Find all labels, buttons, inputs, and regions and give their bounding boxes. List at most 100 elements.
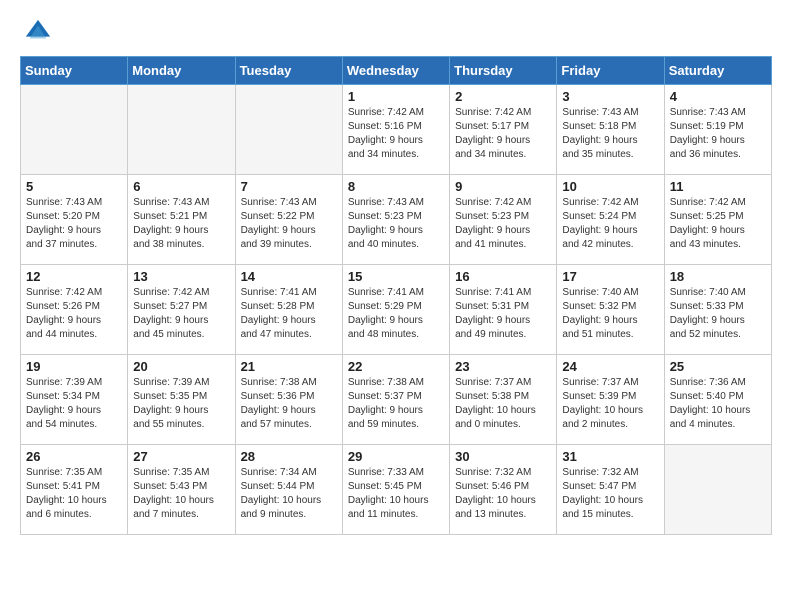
- day-number: 3: [562, 89, 658, 104]
- logo-icon: [24, 18, 52, 46]
- day-info: Sunrise: 7:38 AM Sunset: 5:37 PM Dayligh…: [348, 376, 444, 432]
- day-number: 21: [241, 359, 337, 374]
- week-row: 5 Sunrise: 7:43 AM Sunset: 5:20 PM Daylig…: [21, 175, 772, 265]
- day-info: Sunrise: 7:41 AM Sunset: 5:29 PM Dayligh…: [348, 286, 444, 342]
- calendar-cell: 8 Sunrise: 7:43 AM Sunset: 5:23 PM Daylig…: [342, 175, 449, 265]
- weekday-header: Sunday: [21, 57, 128, 85]
- week-row: 12Sunrise: 7:42 AM Sunset: 5:26 PM Dayli…: [21, 265, 772, 355]
- day-number: 24: [562, 359, 658, 374]
- day-info: Sunrise: 7:32 AM Sunset: 5:46 PM Dayligh…: [455, 466, 551, 522]
- day-info: Sunrise: 7:43 AM Sunset: 5:19 PM Dayligh…: [670, 106, 766, 162]
- day-number: 28: [241, 449, 337, 464]
- day-info: Sunrise: 7:42 AM Sunset: 5:17 PM Dayligh…: [455, 106, 551, 162]
- week-row: 26 Sunrise: 7:35 AM Sunset: 5:41 PM Dayli…: [21, 445, 772, 535]
- day-info: Sunrise: 7:43 AM Sunset: 5:23 PM Dayligh…: [348, 196, 444, 252]
- logo: [24, 18, 54, 46]
- weekday-header: Saturday: [664, 57, 771, 85]
- day-number: 9: [455, 179, 551, 194]
- calendar-cell: 16 Sunrise: 7:41 AM Sunset: 5:31 PM Dayli…: [450, 265, 557, 355]
- day-info: Sunrise: 7:37 AM Sunset: 5:38 PM Dayligh…: [455, 376, 551, 432]
- day-info: Sunrise: 7:42 AM Sunset: 5:27 PM Dayligh…: [133, 286, 229, 342]
- calendar-cell: 30 Sunrise: 7:32 AM Sunset: 5:46 PM Dayli…: [450, 445, 557, 535]
- day-info: Sunrise: 7:39 AM Sunset: 5:34 PM Dayligh…: [26, 376, 122, 432]
- day-info: Sunrise: 7:33 AM Sunset: 5:45 PM Dayligh…: [348, 466, 444, 522]
- day-number: 10: [562, 179, 658, 194]
- day-number: 30: [455, 449, 551, 464]
- day-info: Sunrise: 7:42 AM Sunset: 5:24 PM Dayligh…: [562, 196, 658, 252]
- day-number: 15: [348, 269, 444, 284]
- day-info: Sunrise: 7:43 AM Sunset: 5:21 PM Dayligh…: [133, 196, 229, 252]
- day-info: Sunrise: 7:42 AM Sunset: 5:16 PM Dayligh…: [348, 106, 444, 162]
- calendar-header: SundayMondayTuesdayWednesdayThursdayFrid…: [21, 57, 772, 85]
- calendar-wrapper: SundayMondayTuesdayWednesdayThursdayFrid…: [0, 56, 792, 545]
- calendar-cell: 25 Sunrise: 7:36 AM Sunset: 5:40 PM Dayli…: [664, 355, 771, 445]
- weekday-header: Tuesday: [235, 57, 342, 85]
- calendar-cell: 31Sunrise: 7:32 AM Sunset: 5:47 PM Dayli…: [557, 445, 664, 535]
- day-info: Sunrise: 7:43 AM Sunset: 5:20 PM Dayligh…: [26, 196, 122, 252]
- day-number: 23: [455, 359, 551, 374]
- day-number: 20: [133, 359, 229, 374]
- calendar-cell: 23 Sunrise: 7:37 AM Sunset: 5:38 PM Dayli…: [450, 355, 557, 445]
- day-info: Sunrise: 7:41 AM Sunset: 5:31 PM Dayligh…: [455, 286, 551, 342]
- day-number: 16: [455, 269, 551, 284]
- week-row: 19Sunrise: 7:39 AM Sunset: 5:34 PM Dayli…: [21, 355, 772, 445]
- day-number: 2: [455, 89, 551, 104]
- day-info: Sunrise: 7:38 AM Sunset: 5:36 PM Dayligh…: [241, 376, 337, 432]
- day-number: 4: [670, 89, 766, 104]
- calendar-cell: 9 Sunrise: 7:42 AM Sunset: 5:23 PM Daylig…: [450, 175, 557, 265]
- day-info: Sunrise: 7:35 AM Sunset: 5:43 PM Dayligh…: [133, 466, 229, 522]
- day-number: 8: [348, 179, 444, 194]
- week-row: 1 Sunrise: 7:42 AM Sunset: 5:16 PM Daylig…: [21, 85, 772, 175]
- calendar-cell: 14 Sunrise: 7:41 AM Sunset: 5:28 PM Dayli…: [235, 265, 342, 355]
- day-info: Sunrise: 7:41 AM Sunset: 5:28 PM Dayligh…: [241, 286, 337, 342]
- day-number: 12: [26, 269, 122, 284]
- day-number: 1: [348, 89, 444, 104]
- day-info: Sunrise: 7:34 AM Sunset: 5:44 PM Dayligh…: [241, 466, 337, 522]
- calendar-cell: 3Sunrise: 7:43 AM Sunset: 5:18 PM Daylig…: [557, 85, 664, 175]
- calendar-cell: 28 Sunrise: 7:34 AM Sunset: 5:44 PM Dayli…: [235, 445, 342, 535]
- day-number: 25: [670, 359, 766, 374]
- day-info: Sunrise: 7:43 AM Sunset: 5:22 PM Dayligh…: [241, 196, 337, 252]
- day-info: Sunrise: 7:40 AM Sunset: 5:33 PM Dayligh…: [670, 286, 766, 342]
- weekday-header: Monday: [128, 57, 235, 85]
- header: [0, 0, 792, 56]
- calendar-cell: 21 Sunrise: 7:38 AM Sunset: 5:36 PM Dayli…: [235, 355, 342, 445]
- day-number: 6: [133, 179, 229, 194]
- calendar-cell: 1 Sunrise: 7:42 AM Sunset: 5:16 PM Daylig…: [342, 85, 449, 175]
- day-info: Sunrise: 7:42 AM Sunset: 5:25 PM Dayligh…: [670, 196, 766, 252]
- day-info: Sunrise: 7:35 AM Sunset: 5:41 PM Dayligh…: [26, 466, 122, 522]
- calendar-cell: [235, 85, 342, 175]
- calendar-cell: 24 Sunrise: 7:37 AM Sunset: 5:39 PM Dayli…: [557, 355, 664, 445]
- day-number: 14: [241, 269, 337, 284]
- day-number: 29: [348, 449, 444, 464]
- calendar-table: SundayMondayTuesdayWednesdayThursdayFrid…: [20, 56, 772, 535]
- calendar-cell: 18 Sunrise: 7:40 AM Sunset: 5:33 PM Dayli…: [664, 265, 771, 355]
- page-container: SundayMondayTuesdayWednesdayThursdayFrid…: [0, 0, 792, 545]
- day-number: 5: [26, 179, 122, 194]
- calendar-cell: 26 Sunrise: 7:35 AM Sunset: 5:41 PM Dayli…: [21, 445, 128, 535]
- day-info: Sunrise: 7:37 AM Sunset: 5:39 PM Dayligh…: [562, 376, 658, 432]
- calendar-cell: 11Sunrise: 7:42 AM Sunset: 5:25 PM Dayli…: [664, 175, 771, 265]
- calendar-cell: 19Sunrise: 7:39 AM Sunset: 5:34 PM Dayli…: [21, 355, 128, 445]
- day-number: 18: [670, 269, 766, 284]
- day-info: Sunrise: 7:42 AM Sunset: 5:23 PM Dayligh…: [455, 196, 551, 252]
- weekday-header: Thursday: [450, 57, 557, 85]
- calendar-cell: 17Sunrise: 7:40 AM Sunset: 5:32 PM Dayli…: [557, 265, 664, 355]
- day-number: 13: [133, 269, 229, 284]
- weekday-row: SundayMondayTuesdayWednesdayThursdayFrid…: [21, 57, 772, 85]
- calendar-cell: 22 Sunrise: 7:38 AM Sunset: 5:37 PM Dayli…: [342, 355, 449, 445]
- day-number: 17: [562, 269, 658, 284]
- calendar-cell: 7Sunrise: 7:43 AM Sunset: 5:22 PM Daylig…: [235, 175, 342, 265]
- calendar-cell: 2 Sunrise: 7:42 AM Sunset: 5:17 PM Daylig…: [450, 85, 557, 175]
- calendar-cell: 10 Sunrise: 7:42 AM Sunset: 5:24 PM Dayli…: [557, 175, 664, 265]
- day-number: 26: [26, 449, 122, 464]
- calendar-cell: 5 Sunrise: 7:43 AM Sunset: 5:20 PM Daylig…: [21, 175, 128, 265]
- day-info: Sunrise: 7:32 AM Sunset: 5:47 PM Dayligh…: [562, 466, 658, 522]
- calendar-cell: 13 Sunrise: 7:42 AM Sunset: 5:27 PM Dayli…: [128, 265, 235, 355]
- calendar-cell: 12Sunrise: 7:42 AM Sunset: 5:26 PM Dayli…: [21, 265, 128, 355]
- day-info: Sunrise: 7:36 AM Sunset: 5:40 PM Dayligh…: [670, 376, 766, 432]
- calendar-body: 1 Sunrise: 7:42 AM Sunset: 5:16 PM Daylig…: [21, 85, 772, 535]
- calendar-cell: [21, 85, 128, 175]
- day-number: 22: [348, 359, 444, 374]
- day-info: Sunrise: 7:39 AM Sunset: 5:35 PM Dayligh…: [133, 376, 229, 432]
